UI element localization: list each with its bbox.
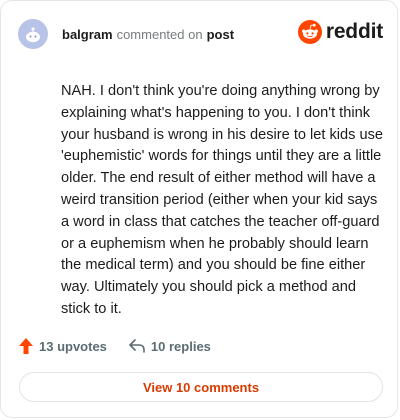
comment-card: balgram commented on post reddit NAH. I …: [0, 0, 398, 418]
comment-footer: 13 upvotes 10 replies: [19, 338, 211, 354]
upvote-count: 13 upvotes: [39, 338, 107, 354]
reply-count: 10 replies: [150, 338, 211, 354]
reply-button[interactable]: 10 replies: [129, 339, 211, 354]
view-comments-button[interactable]: View 10 comments: [19, 372, 383, 402]
byline: balgram commented on post: [62, 27, 234, 42]
reply-arrow-icon: [129, 339, 145, 353]
avatar[interactable]: [18, 19, 48, 49]
reddit-logo-icon: [297, 20, 322, 44]
comment-action-text: commented on: [116, 26, 203, 42]
comment-header: balgram commented on post reddit: [18, 19, 383, 49]
reddit-wordmark: reddit: [325, 20, 383, 43]
reddit-logo[interactable]: reddit: [297, 20, 383, 44]
comment-author[interactable]: balgram: [62, 27, 113, 42]
post-link[interactable]: post: [207, 27, 234, 42]
upvote-button[interactable]: 13 upvotes: [19, 338, 107, 354]
comment-body: NAH. I don't think you're doing anything…: [61, 83, 384, 317]
upvote-arrow-icon: [19, 338, 33, 354]
snoo-avatar-icon: [26, 27, 40, 43]
